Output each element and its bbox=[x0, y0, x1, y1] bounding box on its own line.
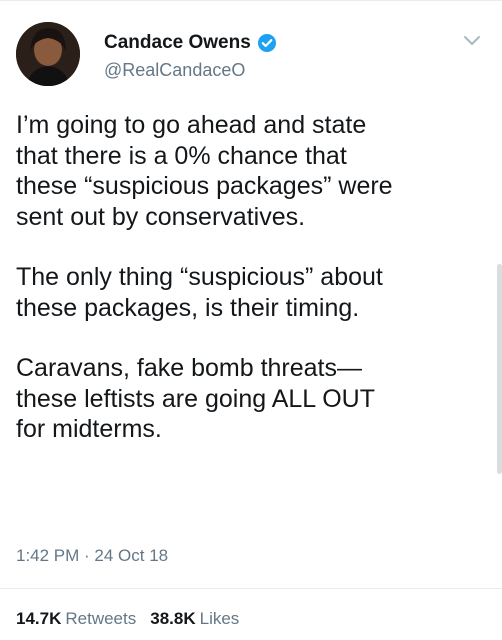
author-handle[interactable]: @RealCandaceO bbox=[104, 60, 245, 81]
verified-badge-icon bbox=[257, 33, 277, 53]
avatar-image bbox=[16, 22, 80, 86]
tweet-paragraph: The only thing “suspicious” about these … bbox=[16, 263, 383, 322]
chevron-down-icon[interactable] bbox=[462, 34, 482, 48]
tweet-paragraph: I’m going to go ahead and state that the… bbox=[16, 111, 393, 231]
scrollbar[interactable] bbox=[497, 264, 502, 474]
stats-divider bbox=[0, 588, 502, 589]
avatar[interactable] bbox=[16, 22, 80, 86]
retweets-stat[interactable]: 14.7K Retweets bbox=[16, 609, 136, 629]
likes-label: Likes bbox=[199, 609, 240, 628]
top-divider bbox=[0, 0, 502, 1]
likes-count: 38.8K bbox=[150, 609, 196, 628]
tweet-timestamp[interactable]: 1:42 PM · 24 Oct 18 bbox=[16, 546, 168, 566]
tweet-header: Candace Owens @RealCandaceO bbox=[16, 22, 486, 86]
name-row: Candace Owens bbox=[104, 32, 277, 54]
tweet-text: I’m going to go ahead and state that the… bbox=[16, 110, 486, 475]
tweet-stats: 14.7K Retweets 38.8K Likes bbox=[16, 609, 239, 629]
likes-stat[interactable]: 38.8K Likes bbox=[150, 609, 239, 629]
retweets-label: Retweets bbox=[65, 609, 137, 628]
author-display-name[interactable]: Candace Owens bbox=[104, 32, 251, 54]
tweet-paragraph: Caravans, fake bomb threats— these lefti… bbox=[16, 354, 375, 443]
retweets-count: 14.7K bbox=[16, 609, 62, 628]
